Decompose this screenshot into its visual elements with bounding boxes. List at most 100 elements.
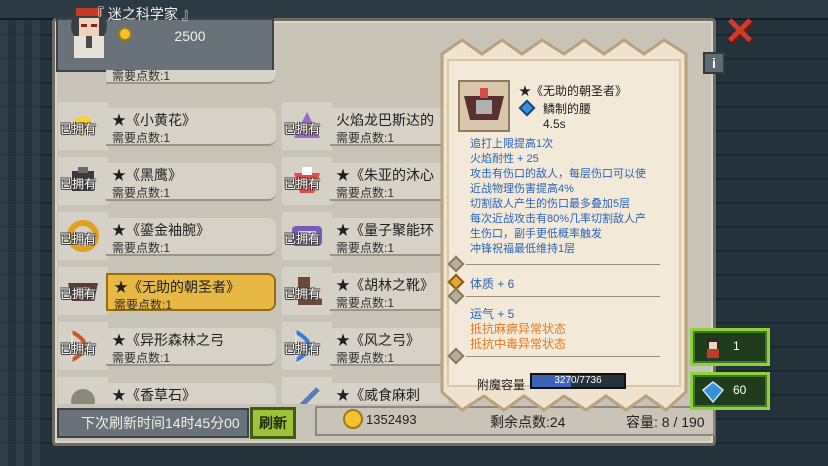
item-name: ★《小黄花》 [112, 112, 196, 128]
character-count: 1 [733, 339, 740, 353]
info-button[interactable]: i [703, 52, 725, 74]
effect-line: 追打上限提高1次 [470, 138, 554, 150]
player-name: 『 迷之科学家 』 [90, 6, 196, 22]
item-name: ★《无助的朝圣者》 [114, 279, 240, 295]
cell-body: 需要点数:1 [106, 70, 276, 84]
character-counter[interactable]: 1 [690, 328, 770, 366]
tooltip-type: 鳞制的腰 [543, 102, 592, 116]
diamond-counter[interactable]: 60 [690, 372, 770, 410]
diamond-icon [701, 381, 725, 404]
gold-coin-icon [343, 409, 363, 429]
item-cost: 需要点数:1 [336, 296, 395, 310]
wind-bow-icon: 已拥有 [282, 322, 332, 370]
fire-dragon-icon: 已拥有 [282, 102, 332, 150]
tooltip-effects: 追打上限提高1次 火焰耐性 + 25 攻击有伤口的敌人，每层伤口可以使 近战物理… [470, 137, 670, 257]
owned-tag: 已拥有 [60, 287, 97, 301]
list-item-selected[interactable]: 已拥有 ★《无助的朝圣者》 需要点数:1 [58, 267, 276, 315]
owned-tag: 已拥有 [284, 287, 321, 301]
cell-body: ★《威食麻刺 [330, 383, 448, 404]
list-item[interactable]: 已拥有 ★《朱亚的沐心 需要点数:1 [282, 157, 448, 205]
divider [466, 296, 660, 297]
effect-line: 火焰耐性 + 25 [470, 153, 539, 165]
cell-body: ★《胡林之靴》 需要点数:1 [330, 273, 448, 311]
left-wall [0, 20, 40, 466]
effect-line: 生伤口，副手更低概率触发 [470, 228, 602, 240]
list-item[interactable]: 已拥有 ★《风之弓》 需要点数:1 [282, 322, 448, 370]
refresh-button[interactable]: 刷新 [250, 407, 296, 439]
gold-bracer-icon: 已拥有 [58, 212, 108, 260]
cell-body: ★《小黄花》 需要点数:1 [106, 108, 276, 146]
divider [466, 356, 660, 357]
effect-line: 每次近战攻击有80%几率切割敌人产 [470, 213, 647, 225]
resist-poison: 抵抗中毒异常状态 [470, 337, 567, 351]
money-value: 1352493 [366, 412, 417, 427]
list-item[interactable]: 已拥有 ★《小黄花》 需要点数:1 [58, 102, 276, 150]
list-item[interactable]: ★《香草石》 [58, 377, 276, 404]
list-item-partial[interactable]: 需要点数:1 [58, 70, 276, 88]
item-name: ★《鎏金袖腕》 [112, 222, 210, 238]
enchant-capacity-bar: 3270/7736 [530, 373, 626, 389]
list-item[interactable]: 已拥有 ★《黑鹰》 需要点数:1 [58, 157, 276, 205]
owned-tag: 已拥有 [60, 342, 97, 356]
owned-tag: 已拥有 [60, 122, 97, 136]
cell-body: ★《异形森林之弓 需要点数:1 [106, 328, 276, 366]
cell-body: ★《黑鹰》 需要点数:1 [106, 163, 276, 201]
stone-icon [58, 377, 108, 404]
sword-icon [282, 377, 332, 404]
refresh-timer: 下次刷新时间14时45分00 [57, 408, 249, 438]
owned-tag: 已拥有 [284, 177, 321, 191]
list-item[interactable]: 已拥有 火焰龙巴斯达的 需要点数:1 [282, 102, 448, 150]
cell-body: ★《风之弓》 需要点数:1 [330, 328, 448, 366]
cell-cost: 需要点数:1 [112, 70, 171, 83]
tooltip-time: 4.5s [543, 117, 566, 131]
close-icon[interactable]: ✕ [724, 13, 756, 51]
item-name: ★《胡林之靴》 [336, 277, 434, 293]
owned-tag: 已拥有 [60, 232, 97, 246]
item-name: 火焰龙巴斯达的 [336, 112, 434, 128]
owned-tag: 已拥有 [284, 122, 321, 136]
owned-tag: 已拥有 [60, 177, 97, 191]
list-item[interactable]: 已拥有 ★《鎏金袖腕》 需要点数:1 [58, 212, 276, 260]
enchant-label: 附魔容量 [477, 378, 526, 392]
gold-coin-icon [118, 27, 132, 41]
item-cost: 需要点数:1 [336, 351, 395, 365]
cell-body: ★《量子聚能环 需要点数:1 [330, 218, 448, 256]
item-cost: 需要点数:1 [336, 186, 395, 200]
character-icon [707, 338, 719, 358]
list-item[interactable]: 已拥有 ★《异形森林之弓 需要点数:1 [58, 322, 276, 370]
pilgrim-belt-icon [458, 80, 510, 132]
item-cost: 需要点数:1 [112, 186, 171, 200]
cell-body: ★《香草石》 [106, 383, 276, 404]
forest-bow-icon: 已拥有 [58, 322, 108, 370]
item-cost: 需要点数:1 [336, 241, 395, 255]
item-cost: 需要点数:1 [114, 298, 173, 312]
quantum-ring-icon: 已拥有 [282, 212, 332, 260]
cell-body: ★《无助的朝圣者》 需要点数:1 [106, 273, 276, 312]
cell-body: ★《鎏金袖腕》 需要点数:1 [106, 218, 276, 256]
item-cost: 需要点数:1 [112, 351, 171, 365]
player-gold: 2500 [174, 28, 206, 44]
item-grid: 需要点数:1 已拥有 ★《小黄花》 需要点数:1 已拥有 火焰龙巴斯达的 需要点… [58, 70, 448, 404]
item-name: ★《香草石》 [112, 387, 196, 403]
diamond-count: 60 [733, 383, 747, 397]
item-name: ★《朱亚的沐心 [336, 167, 434, 183]
item-name: ★《风之弓》 [336, 332, 420, 348]
item-cost: 需要点数:1 [336, 131, 395, 145]
stat-constitution: 体质 + 6 [470, 277, 515, 291]
cell-body: ★《朱亚的沐心 需要点数:1 [330, 163, 448, 201]
owned-tag: 已拥有 [284, 342, 321, 356]
tooltip-title: ★《无助的朝圣者》 [519, 84, 628, 98]
ribbon-icon: 已拥有 [282, 157, 332, 205]
black-hawk-icon: 已拥有 [58, 157, 108, 205]
item-name: ★《异形森林之弓 [112, 332, 224, 348]
list-item[interactable]: 已拥有 ★《胡林之靴》 需要点数:1 [282, 267, 448, 315]
owned-tag: 已拥有 [284, 232, 321, 246]
item-name: ★《黑鹰》 [112, 167, 182, 183]
boots-icon: 已拥有 [282, 267, 332, 315]
item-name: ★《威食麻刺 [336, 387, 420, 403]
item-cost: 需要点数:1 [112, 241, 171, 255]
divider [466, 264, 660, 265]
list-item[interactable]: ★《威食麻刺 [282, 377, 448, 404]
list-item[interactable]: 已拥有 ★《量子聚能环 需要点数:1 [282, 212, 448, 260]
item-name: ★《量子聚能环 [336, 222, 434, 238]
